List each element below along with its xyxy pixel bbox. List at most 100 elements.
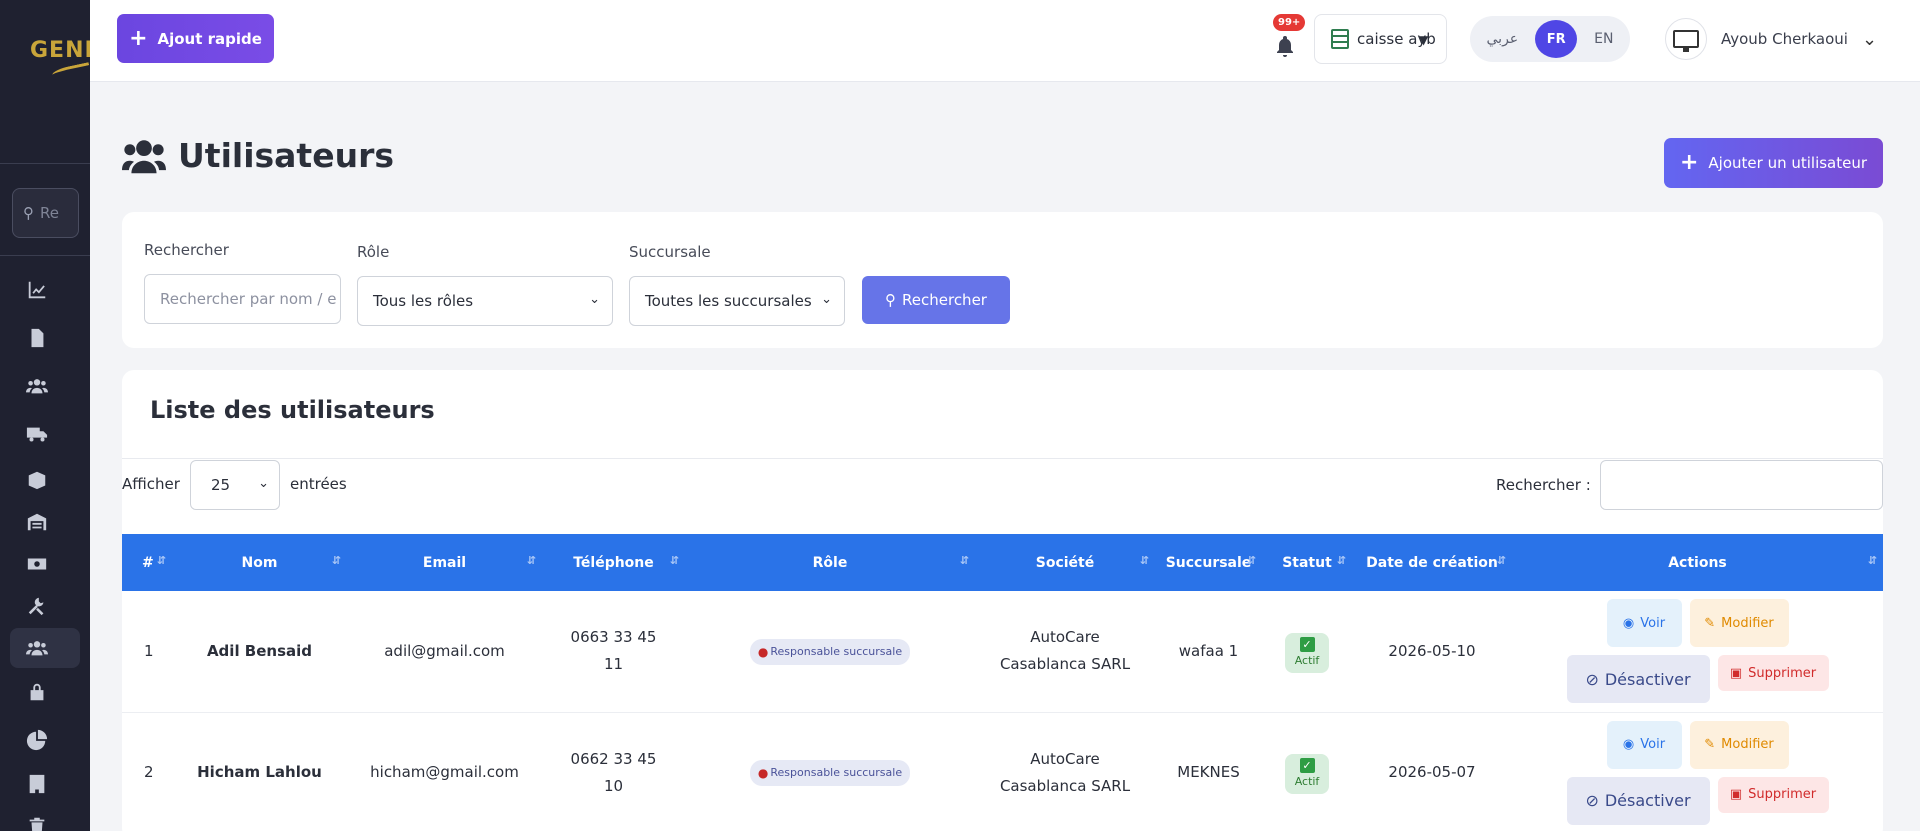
view-button[interactable]: ◉ Voir [1606, 599, 1682, 648]
cell-actions: ◉ Voir ✎ Modifier ⊘ Désactiver ▣ Supprimer [1512, 591, 1883, 713]
edit-icon: ✎ [1704, 737, 1716, 752]
phone-line: 0663 33 45 [570, 628, 657, 647]
search-button[interactable]: ⚲ Rechercher [862, 276, 1010, 324]
chart-line-icon [28, 281, 46, 299]
sidebar-item-reports[interactable] [10, 720, 80, 760]
building-icon [29, 774, 45, 794]
table-row: 2 Hicham Lahlou hicham@gmail.com 0662 33… [122, 712, 1883, 831]
sidebar-item-company[interactable] [10, 764, 80, 804]
trash-icon: ▣ [1729, 665, 1743, 681]
page-title: Utilisateurs [122, 136, 394, 175]
deactivate-button[interactable]: ⊘ Désactiver [1566, 655, 1710, 704]
table-search-input[interactable] [1600, 460, 1883, 510]
notifications-button[interactable]: 99+ [1265, 14, 1306, 60]
users-table: # ⇵ Nom ⇵ Email ⇵ Téléphone ⇵ Rôle ⇵ Société ⇵… [122, 534, 1883, 831]
warehouse-icon [27, 513, 47, 531]
search-icon: ⚲ [885, 291, 897, 309]
user-menu[interactable]: Ayoub Cherkaoui ⌄ [1665, 16, 1877, 62]
column-header-role[interactable]: Rôle ⇵ [685, 534, 975, 591]
app-logo[interactable]: GENIS [30, 38, 90, 63]
add-user-label: Ajouter un utilisateur [1708, 154, 1868, 172]
plus-icon: + [129, 25, 148, 51]
column-header-company[interactable]: Société ⇵ [975, 534, 1155, 591]
users-icon [122, 139, 166, 173]
column-header-actions[interactable]: Actions ⇵ [1512, 534, 1883, 591]
search-filter-input[interactable]: Rechercher par nom / e [144, 274, 341, 324]
edit-button[interactable]: ✎ Modifier [1689, 720, 1789, 769]
ban-icon: ⊘ [1585, 669, 1599, 689]
status-badge: ✓ Actif [1284, 632, 1330, 673]
column-header-name[interactable]: Nom ⇵ [172, 534, 347, 591]
table-row: 1 Adil Bensaid adil@gmail.com 0663 33 45… [122, 591, 1883, 713]
edit-button[interactable]: ✎ Modifier [1689, 599, 1789, 648]
cell-branch: MEKNES [1155, 712, 1262, 831]
cell-actions: ◉ Voir ✎ Modifier ⊘ Désactiver ▣ Supprimer [1512, 712, 1883, 831]
sort-icon: ⇵ [526, 554, 536, 567]
cell-name: Hicham Lahlou [172, 712, 347, 831]
logo-swoosh [51, 62, 91, 80]
add-user-button[interactable]: + Ajouter un utilisateur [1664, 138, 1883, 188]
sidebar-item-security[interactable] [10, 672, 80, 712]
sidebar-item-delivery[interactable] [10, 414, 80, 454]
cell-status: ✓ Actif [1262, 591, 1352, 713]
sidebar-item-services[interactable] [10, 586, 80, 626]
sort-icon: ⇵ [156, 554, 166, 567]
role-filter-value: Tous les rôles [373, 292, 474, 310]
page-size-select[interactable]: 25 ⌄ [190, 460, 280, 510]
column-header-created[interactable]: Date de création ⇵ [1352, 534, 1512, 591]
column-header-status[interactable]: Statut ⇵ [1262, 534, 1352, 591]
delete-button[interactable]: ▣ Supprimer [1717, 776, 1829, 813]
delete-button[interactable]: ▣ Supprimer [1717, 655, 1829, 692]
sidebar-item-trash[interactable] [10, 806, 80, 831]
deactivate-button[interactable]: ⊘ Désactiver [1566, 776, 1710, 825]
building-icon [1331, 29, 1349, 49]
ban-icon: ⊘ [1585, 791, 1599, 810]
chevron-down-icon: ⌄ [258, 476, 269, 491]
branch-filter-select[interactable]: Toutes les succursales ⌄ [629, 276, 845, 326]
quick-add-label: Ajout rapide [157, 29, 262, 48]
cell-email: adil@gmail.com [347, 591, 542, 713]
sidebar-item-products[interactable] [10, 460, 80, 500]
sidebar-item-documents[interactable] [10, 318, 80, 358]
sidebar-search-placeholder: Re [40, 204, 59, 222]
column-header-index[interactable]: # ⇵ [122, 534, 172, 591]
column-header-branch[interactable]: Succursale ⇵ [1155, 534, 1262, 591]
column-header-email[interactable]: Email ⇵ [347, 534, 542, 591]
sidebar-divider [0, 163, 90, 164]
cell-status: ✓ Actif [1262, 712, 1352, 831]
phone-line: 11 [603, 655, 624, 674]
table-header-row: # ⇵ Nom ⇵ Email ⇵ Téléphone ⇵ Rôle ⇵ Société ⇵… [122, 534, 1883, 591]
role-filter-select[interactable]: Tous les rôles ⌄ [357, 276, 613, 326]
sort-icon: ⇵ [669, 554, 679, 567]
quick-add-button[interactable]: + Ajout rapide [117, 14, 274, 63]
sidebar-item-finance[interactable] [10, 544, 80, 584]
branch-filter-value: Toutes les succursales [645, 292, 812, 310]
check-icon: ✓ [1299, 758, 1315, 773]
lang-option-en[interactable]: EN [1594, 31, 1613, 47]
sidebar-item-dashboard[interactable] [10, 270, 80, 310]
notification-count-badge: 99+ [1273, 14, 1306, 31]
sort-icon: ⇵ [1867, 554, 1877, 567]
lang-option-fr[interactable]: FR [1535, 20, 1578, 58]
users-icon [26, 379, 48, 394]
edit-icon: ✎ [1704, 615, 1716, 631]
sort-icon: ⇵ [331, 554, 341, 567]
cell-company: AutoCare Casablanca SARL [975, 712, 1155, 831]
role-badge: ● Responsable succursale [749, 760, 911, 786]
sidebar-item-clients[interactable] [10, 366, 80, 406]
sort-icon: ⇵ [1246, 554, 1256, 567]
monitor-icon [1673, 30, 1699, 52]
chevron-down-icon: ▼ [1419, 33, 1429, 47]
avatar [1665, 18, 1707, 60]
view-button[interactable]: ◉ Voir [1606, 720, 1682, 769]
sort-icon: ⇵ [959, 554, 969, 567]
column-header-phone[interactable]: Téléphone ⇵ [542, 534, 685, 591]
sidebar-item-warehouse[interactable] [10, 502, 80, 542]
cell-name: Adil Bensaid [172, 591, 347, 713]
cell-phone: 0663 33 45 11 [542, 591, 685, 713]
branch-selector[interactable]: caisse ayb ▼ [1314, 14, 1447, 64]
sidebar-item-users[interactable] [10, 628, 80, 668]
lang-option-ar[interactable]: عربي [1487, 31, 1519, 47]
sidebar-search-input[interactable]: ⚲ Re [12, 188, 79, 238]
cell-index: 1 [122, 591, 172, 713]
